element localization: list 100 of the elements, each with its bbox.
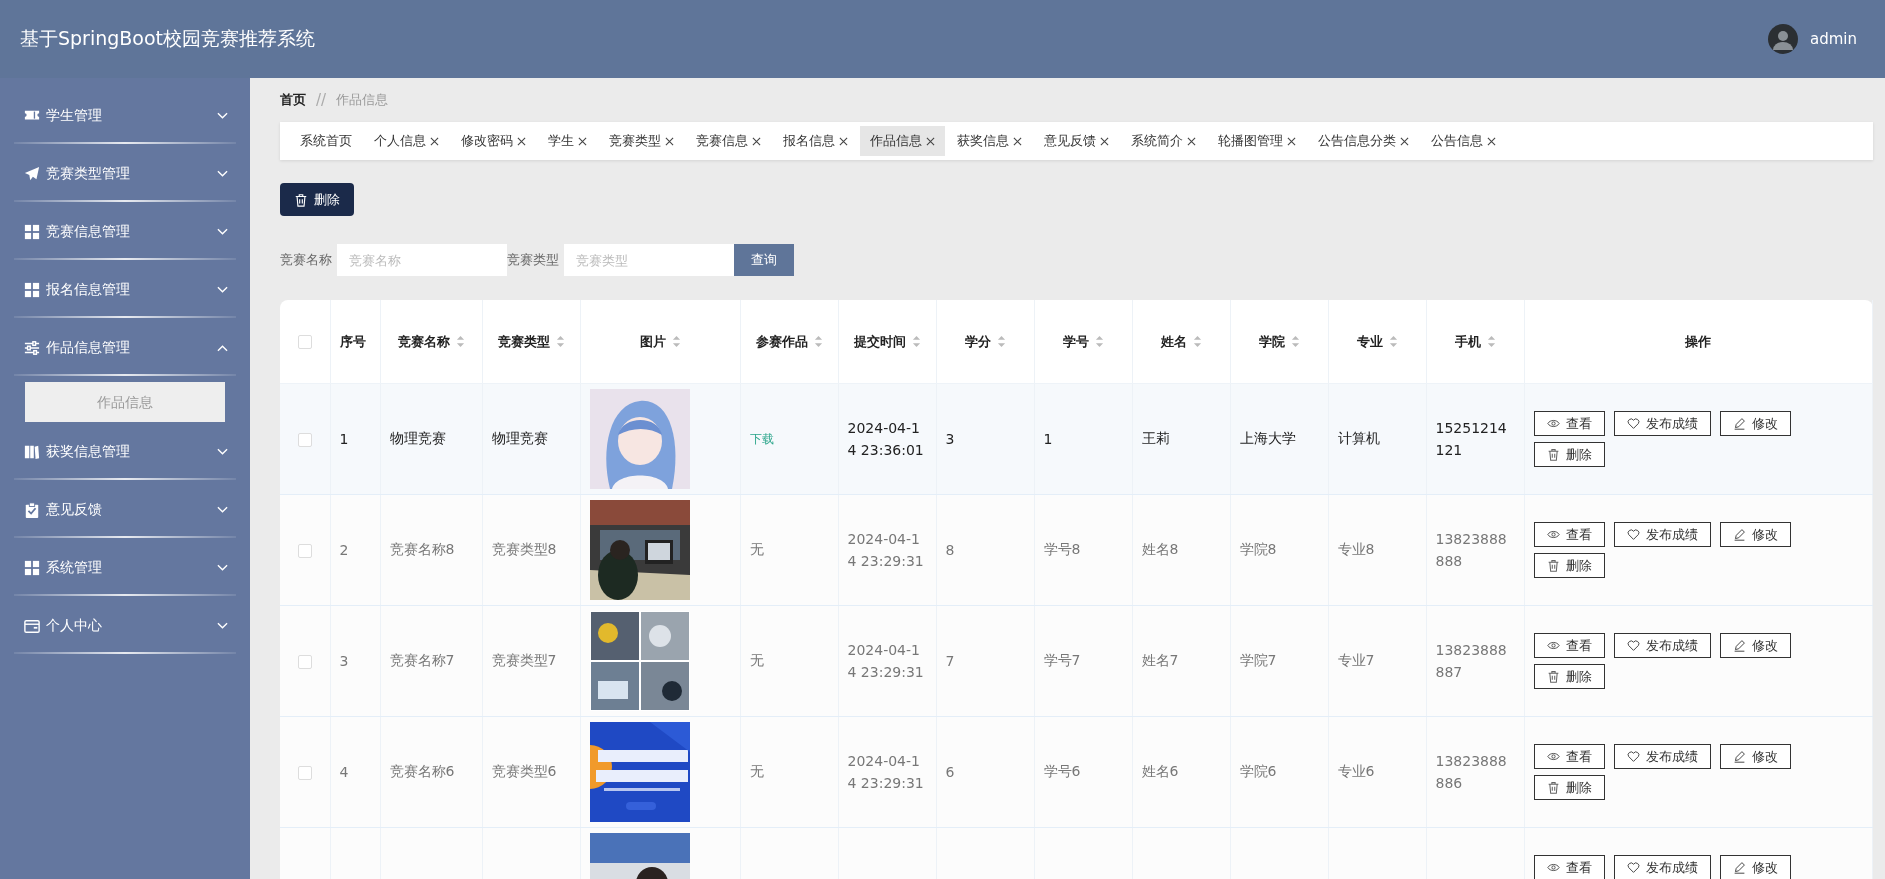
- sort-icon[interactable]: [813, 335, 823, 348]
- column-header[interactable]: 图片: [639, 332, 681, 351]
- action-button[interactable]: 查看: [1533, 744, 1605, 769]
- table-row[interactable]: 3 竞赛名称7 竞赛类型7 无 2024-04-14 23:29:31 7 学号7 姓名7 学院7 专业7 13823888887 查看 发布成绩 修改 删除: [280, 605, 1873, 717]
- tab[interactable]: 修改密码: [451, 126, 536, 156]
- action-button[interactable]: 修改: [1719, 855, 1791, 879]
- table-row[interactable]: 查看 发布成绩 修改: [280, 827, 1873, 879]
- table-row[interactable]: 4 竞赛名称6 竞赛类型6 无 2024-04-14 23:29:31 6 学号6 姓名6 学院6 专业6 13823888886 查看 发布成绩 修改 删除: [280, 716, 1873, 828]
- column-header[interactable]: 手机: [1454, 332, 1496, 351]
- close-icon[interactable]: [752, 136, 761, 146]
- action-button[interactable]: 删除: [1533, 664, 1605, 689]
- sort-icon[interactable]: [1192, 335, 1202, 348]
- checkbox[interactable]: [297, 544, 312, 558]
- action-button[interactable]: 修改: [1719, 744, 1791, 769]
- tab[interactable]: 竞赛信息: [686, 126, 771, 156]
- sort-icon[interactable]: [1388, 335, 1398, 348]
- checkbox[interactable]: [297, 655, 312, 669]
- tab[interactable]: 个人信息: [364, 126, 449, 156]
- action-button[interactable]: 发布成绩: [1613, 411, 1711, 436]
- sort-icon[interactable]: [911, 335, 921, 348]
- close-icon[interactable]: [665, 136, 674, 146]
- user-name[interactable]: admin: [1810, 30, 1857, 48]
- sort-icon[interactable]: [1094, 335, 1104, 348]
- tab[interactable]: 公告信息: [1421, 126, 1506, 156]
- action-button[interactable]: 发布成绩: [1613, 522, 1711, 547]
- action-button[interactable]: 发布成绩: [1613, 744, 1711, 769]
- sidebar-item[interactable]: 报名信息管理: [0, 264, 250, 316]
- table-cell: 上海大学: [1239, 430, 1296, 446]
- action-button[interactable]: 修改: [1719, 522, 1791, 547]
- search-field[interactable]: 竞赛类型: [564, 244, 734, 276]
- sidebar-item[interactable]: 系统管理: [0, 542, 250, 594]
- sort-icon[interactable]: [996, 335, 1006, 348]
- action-button[interactable]: 删除: [1533, 553, 1605, 578]
- checkbox[interactable]: [297, 433, 312, 447]
- sidebar-item[interactable]: 学生管理: [0, 90, 250, 142]
- column-header[interactable]: 学院: [1258, 332, 1300, 351]
- table-cell: 7: [945, 653, 955, 669]
- tab[interactable]: 公告信息分类: [1308, 126, 1419, 156]
- sort-icon[interactable]: [555, 335, 565, 348]
- sort-icon[interactable]: [671, 335, 681, 348]
- close-icon[interactable]: [1487, 136, 1496, 146]
- action-button[interactable]: 发布成绩: [1613, 633, 1711, 658]
- tab[interactable]: 系统首页: [290, 126, 362, 156]
- action-button[interactable]: 删除: [1533, 775, 1605, 800]
- column-header[interactable]: 学号: [1062, 332, 1104, 351]
- column-header[interactable]: 竞赛类型: [497, 332, 565, 351]
- sort-icon[interactable]: [1486, 335, 1496, 348]
- checkbox[interactable]: [297, 766, 312, 780]
- search-field[interactable]: 竞赛名称: [337, 244, 507, 276]
- tab[interactable]: 竞赛类型: [599, 126, 684, 156]
- action-button[interactable]: 查看: [1533, 855, 1605, 879]
- checkbox[interactable]: [297, 335, 312, 350]
- tab[interactable]: 学生: [538, 126, 597, 156]
- row-number: 3: [339, 653, 349, 669]
- sidebar-item[interactable]: 获奖信息管理: [0, 426, 250, 478]
- close-icon[interactable]: [926, 136, 935, 146]
- tab[interactable]: 报名信息: [773, 126, 858, 156]
- close-icon[interactable]: [1187, 136, 1196, 146]
- action-button[interactable]: 修改: [1719, 633, 1791, 658]
- delete-button[interactable]: 删除: [280, 183, 354, 216]
- field-label: 竞赛名称: [280, 251, 332, 269]
- tab[interactable]: 轮播图管理: [1208, 126, 1306, 156]
- sidebar-item[interactable]: 竞赛信息管理: [0, 206, 250, 258]
- sidebar-item[interactable]: 作品信息管理: [0, 322, 250, 374]
- close-icon[interactable]: [839, 136, 848, 146]
- close-icon[interactable]: [1287, 136, 1296, 146]
- heart-icon: [1626, 639, 1640, 652]
- tab[interactable]: 意见反馈: [1034, 126, 1119, 156]
- action-button[interactable]: 发布成绩: [1613, 855, 1711, 879]
- column-header[interactable]: 竞赛名称: [397, 332, 465, 351]
- action-button[interactable]: 查看: [1533, 633, 1605, 658]
- search-button[interactable]: 查询: [734, 244, 794, 276]
- tab[interactable]: 作品信息: [860, 126, 945, 156]
- close-icon[interactable]: [1013, 136, 1022, 146]
- table-row[interactable]: 1 物理竞赛 物理竞赛 下载 2024-04-14 23:36:01 3 1 王莉 上海大学 计算机 15251214121 查看 发布成绩 修改 删除: [280, 383, 1873, 495]
- close-icon[interactable]: [517, 136, 526, 146]
- tab[interactable]: 获奖信息: [947, 126, 1032, 156]
- eye-icon: [1546, 861, 1560, 874]
- column-header[interactable]: 提交时间: [853, 332, 921, 351]
- close-icon[interactable]: [430, 136, 439, 146]
- sort-icon[interactable]: [455, 335, 465, 348]
- action-button[interactable]: 删除: [1533, 442, 1605, 467]
- column-header[interactable]: 专业: [1356, 332, 1398, 351]
- table-row[interactable]: 2 竞赛名称8 竞赛类型8 无 2024-04-14 23:29:31 8 学号8 姓名8 学院8 专业8 13823888888 查看 发布成绩 修改 删除: [280, 494, 1873, 606]
- tab[interactable]: 系统简介: [1121, 126, 1206, 156]
- sort-icon[interactable]: [1290, 335, 1300, 348]
- action-button[interactable]: 查看: [1533, 411, 1605, 436]
- sidebar-item[interactable]: 竞赛类型管理: [0, 148, 250, 200]
- action-button[interactable]: 修改: [1719, 411, 1791, 436]
- column-header[interactable]: 学分: [964, 332, 1006, 351]
- close-icon[interactable]: [578, 136, 587, 146]
- sidebar-item[interactable]: 个人中心: [0, 600, 250, 652]
- close-icon[interactable]: [1400, 136, 1409, 146]
- breadcrumb-separator: //: [316, 91, 327, 109]
- sidebar-item[interactable]: 意见反馈: [0, 484, 250, 536]
- column-header[interactable]: 姓名: [1160, 332, 1202, 351]
- close-icon[interactable]: [1100, 136, 1109, 146]
- action-button[interactable]: 查看: [1533, 522, 1605, 547]
- column-header[interactable]: 参赛作品: [755, 332, 823, 351]
- breadcrumb-item[interactable]: 首页: [280, 91, 306, 109]
